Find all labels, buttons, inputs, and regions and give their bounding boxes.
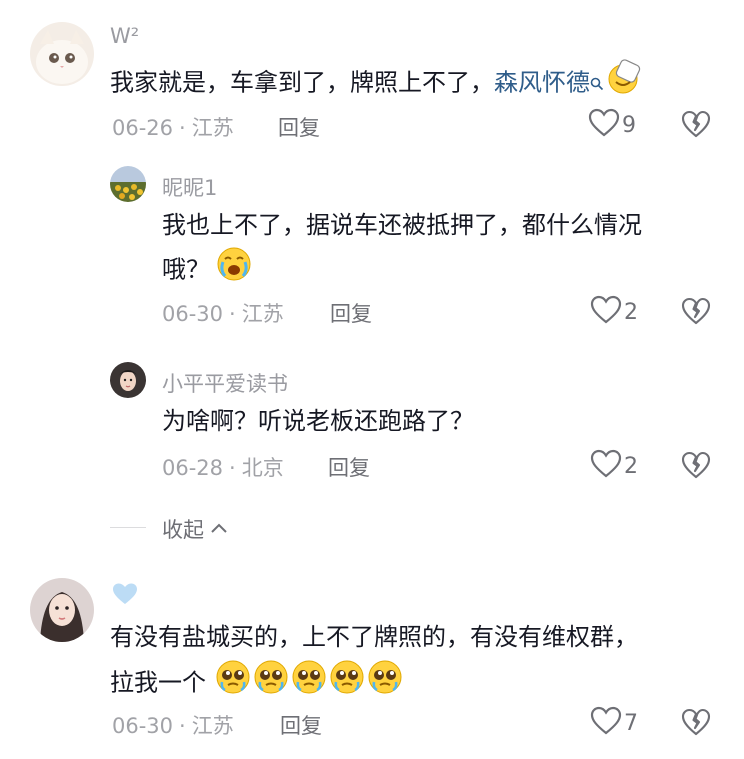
like-count: 2: [624, 299, 638, 325]
heart-outline-icon: [590, 449, 622, 483]
comment-date: 06-28: [162, 456, 224, 480]
collapse-label[interactable]: 收起: [162, 514, 204, 544]
comment-text-line-2: 拉我一个: [110, 658, 404, 709]
user-avatar[interactable]: [110, 362, 146, 398]
comment-meta: 06-30 · 江苏: [112, 714, 234, 738]
pleading-emoji-icon: [252, 658, 290, 709]
reply-button[interactable]: 回复: [280, 710, 322, 740]
comment-text: 我家就是，车拿到了，牌照上不了，森风怀德: [110, 58, 642, 109]
comment-text: 为啥啊？听说老板还跑路了？: [162, 407, 474, 435]
broken-heart-icon[interactable]: [681, 297, 711, 329]
username[interactable]: 昵昵1: [162, 172, 217, 202]
user-avatar[interactable]: [110, 166, 146, 202]
search-link[interactable]: 森风怀德: [494, 69, 590, 97]
comment-location: 江苏: [191, 116, 234, 140]
username[interactable]: 小平平爱读书: [162, 368, 288, 398]
pleading-emoji-icon: [328, 658, 366, 709]
like-button[interactable]: 9: [588, 108, 636, 142]
comment-text-line-1: 我也上不了，据说车还被抵押了，都什么情况: [162, 211, 642, 239]
like-count: 9: [622, 112, 636, 138]
comment-text-line-2: 哦？: [162, 246, 252, 295]
broken-heart-icon[interactable]: [681, 451, 711, 483]
heart-outline-icon: [590, 295, 622, 329]
pleading-emoji-icon: [214, 658, 252, 709]
like-button[interactable]: 7: [590, 706, 638, 740]
comment-location: 江苏: [191, 714, 234, 738]
like-count: 2: [624, 453, 638, 479]
heart-outline-icon: [588, 108, 620, 142]
search-icon[interactable]: [590, 62, 604, 104]
broken-heart-icon[interactable]: [681, 110, 711, 142]
broken-heart-icon[interactable]: [681, 708, 711, 740]
like-count: 7: [624, 710, 638, 736]
reply-button[interactable]: 回复: [330, 298, 372, 328]
username[interactable]: W²: [110, 24, 139, 48]
hand-emoji-icon: [604, 58, 642, 109]
comment-meta: 06-30 · 江苏: [162, 302, 284, 326]
comment-date: 06-30: [162, 302, 224, 326]
pleading-emoji-icon: [290, 658, 328, 709]
crying-emoji-icon: [216, 246, 252, 295]
heart-badge-icon: [112, 582, 138, 610]
pleading-emoji-icon: [366, 658, 404, 709]
divider: [110, 527, 146, 528]
chevron-up-icon[interactable]: [210, 520, 228, 539]
comment-location: 江苏: [241, 302, 284, 326]
user-avatar[interactable]: [30, 22, 94, 86]
comment-location: 北京: [241, 456, 284, 480]
like-button[interactable]: 2: [590, 295, 638, 329]
comment-text-line-1: 有没有盐城买的，上不了牌照的，有没有维权群，: [110, 623, 638, 651]
comment-meta: 06-28 · 北京: [162, 456, 284, 480]
user-avatar[interactable]: [30, 578, 94, 642]
reply-button[interactable]: 回复: [328, 452, 370, 482]
like-button[interactable]: 2: [590, 449, 638, 483]
heart-outline-icon: [590, 706, 622, 740]
reply-button[interactable]: 回复: [278, 112, 320, 142]
pleading-emoji-row: [206, 660, 404, 697]
comment-date: 06-26: [112, 116, 174, 140]
comment-meta: 06-26 · 江苏: [112, 116, 234, 140]
comment-date: 06-30: [112, 714, 174, 738]
